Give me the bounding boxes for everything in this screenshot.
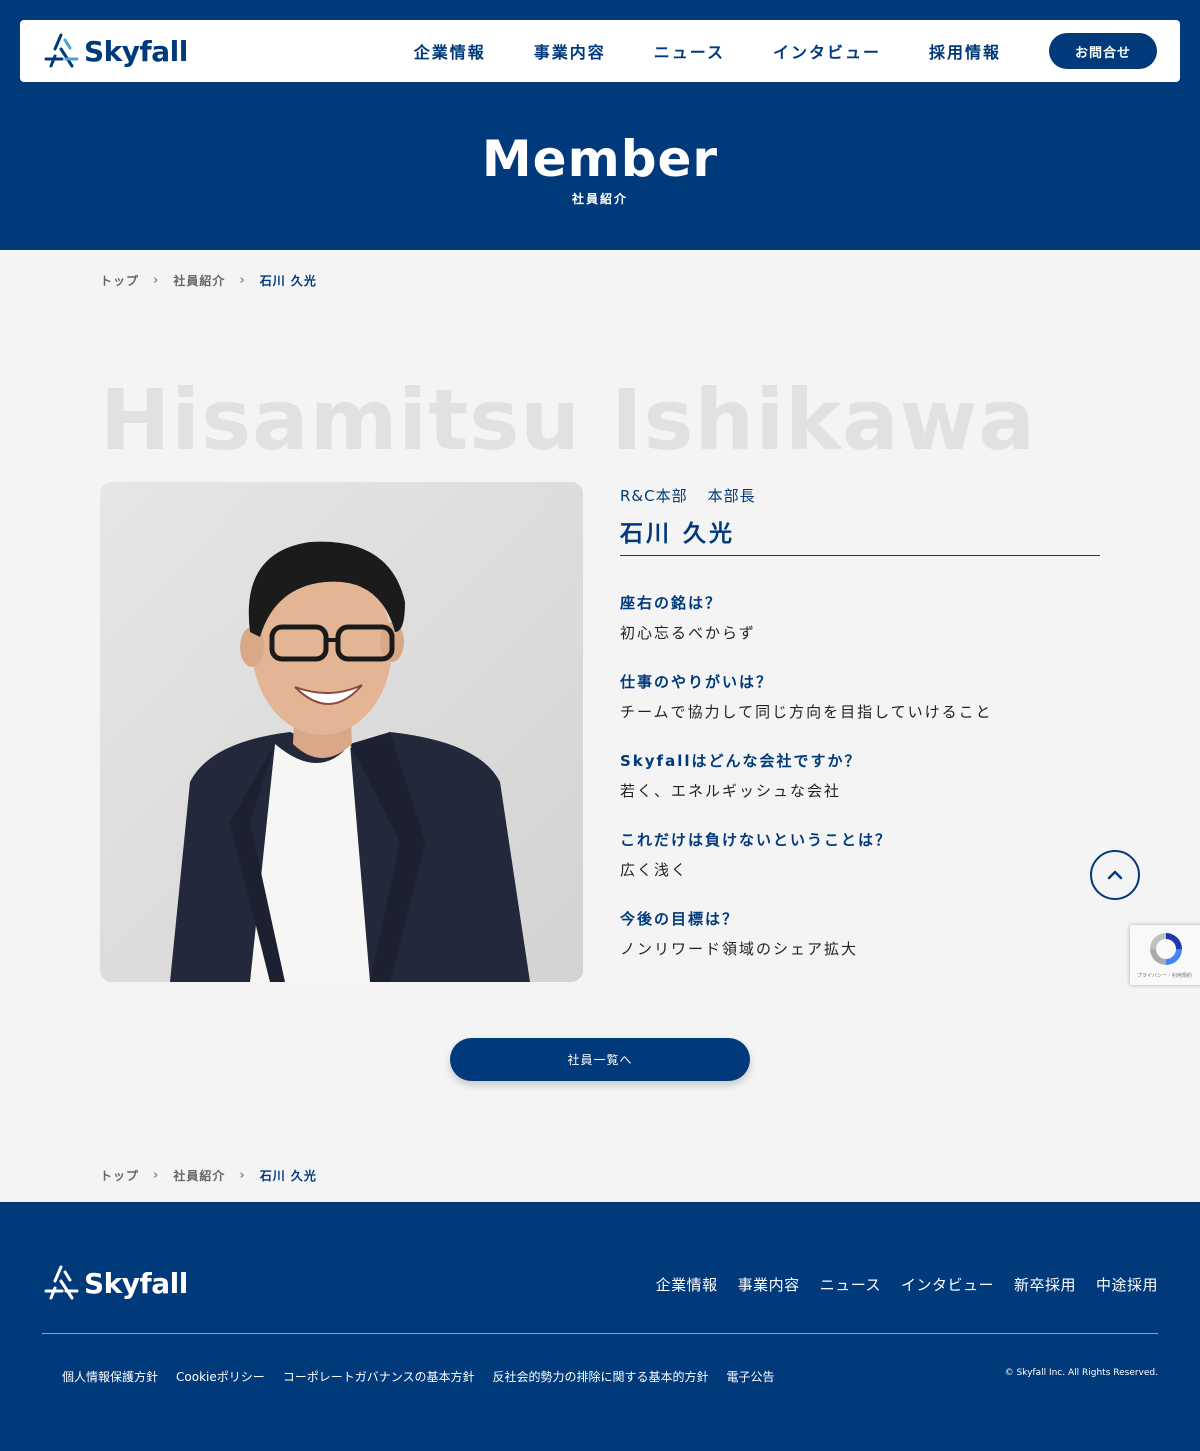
qa-question: これだけは負けないということは？ <box>620 831 893 849</box>
back-to-top-button[interactable] <box>1090 850 1140 900</box>
footer-nav-mid-career[interactable]: 中途採用 <box>1096 1274 1158 1295</box>
breadcrumb-top[interactable]: トップ <box>100 1167 139 1184</box>
nav-news[interactable]: ニュース <box>654 39 725 63</box>
footer-nav: 企業情報 事業内容 ニュース インタビュー 新卒採用 中途採用 <box>636 1274 1158 1295</box>
brand-logo[interactable]: Skyfall <box>42 32 188 70</box>
recaptcha-icon <box>1150 933 1182 965</box>
name-watermark: Hisamitsu Ishikawa <box>100 371 1036 469</box>
qa-item: これだけは負けないということは？ 広く浅く <box>620 829 1120 880</box>
site-header: Skyfall 企業情報 事業内容 ニュース インタビュー 採用情報 お問合せ <box>20 20 1180 82</box>
footer-nav-business[interactable]: 事業内容 <box>738 1274 800 1295</box>
footer-link-governance[interactable]: コーポレートガバナンスの基本方針 <box>283 1368 475 1385</box>
recaptcha-links[interactable]: プライバシー・利用規約 <box>1137 972 1192 979</box>
breadcrumb-members[interactable]: 社員紹介 <box>173 272 225 289</box>
breadcrumb-current: 石川 久光 <box>259 1169 317 1183</box>
copyright: © Skyfall Inc. All Rights Reserved. <box>1004 1368 1158 1378</box>
chevron-right-icon: › <box>239 1168 246 1183</box>
qa-question: 仕事のやりがいは？ <box>620 673 774 691</box>
footer-link-privacy[interactable]: 個人情報保護方針 <box>62 1368 158 1385</box>
breadcrumb-bottom: トップ › 社員紹介 › 石川 久光 <box>100 1167 317 1184</box>
footer-link-public-notice[interactable]: 電子公告 <box>727 1368 775 1385</box>
footer-nav-interview[interactable]: インタビュー <box>901 1274 994 1295</box>
qa-question: Skyfallはどんな会社ですか？ <box>620 752 862 770</box>
breadcrumb-top[interactable]: トップ <box>100 272 139 289</box>
nav-interview[interactable]: インタビュー <box>773 39 881 63</box>
member-photo <box>100 482 583 982</box>
member-role: 本部長 <box>707 487 756 505</box>
footer-nav-new-grad[interactable]: 新卒採用 <box>1014 1274 1076 1295</box>
qa-item: 今後の目標は？ ノンリワード領域のシェア拡大 <box>620 908 1120 959</box>
breadcrumb-members[interactable]: 社員紹介 <box>173 1167 225 1184</box>
brand-name: Skyfall <box>84 34 188 68</box>
contact-button[interactable]: お問合せ <box>1049 33 1157 69</box>
page-subtitle: 社員紹介 <box>571 192 628 206</box>
qa-item: 座右の銘は？ 初心忘るべからず <box>620 592 1120 643</box>
qa-question: 座右の銘は？ <box>620 594 723 612</box>
footer-divider <box>42 1333 1158 1334</box>
member-list-button[interactable]: 社員一覧へ <box>450 1038 750 1081</box>
skyfall-logo-icon <box>44 33 79 68</box>
footer-brand-name: Skyfall <box>84 1266 188 1300</box>
footer-nav-company[interactable]: 企業情報 <box>656 1274 718 1295</box>
page-title: Member <box>481 130 719 188</box>
site-footer: Skyfall 企業情報 事業内容 ニュース インタビュー 新卒採用 中途採用 … <box>0 1202 1200 1451</box>
qa-answer: 初心忘るべからず <box>620 624 756 642</box>
chevron-up-icon <box>1107 870 1123 880</box>
nav-recruit[interactable]: 採用情報 <box>929 39 1001 63</box>
chevron-right-icon: › <box>153 273 160 288</box>
chevron-right-icon: › <box>153 1168 160 1183</box>
member-department: R&C本部 <box>620 487 688 505</box>
main-nav: 企業情報 事業内容 ニュース インタビュー 採用情報 お問合せ <box>414 20 1180 82</box>
qa-question: 今後の目標は？ <box>620 910 740 928</box>
breadcrumb-current: 石川 久光 <box>259 274 317 288</box>
footer-logo[interactable]: Skyfall <box>42 1264 188 1302</box>
chevron-right-icon: › <box>239 273 246 288</box>
recaptcha-badge[interactable]: プライバシー・利用規約 <box>1130 925 1200 985</box>
qa-answer: 広く浅く <box>620 861 689 879</box>
footer-link-antisocial[interactable]: 反社会的勢力の排除に関する基本的方針 <box>493 1368 709 1385</box>
skyfall-logo-icon <box>44 1265 79 1300</box>
nav-company[interactable]: 企業情報 <box>414 39 486 63</box>
profile-divider <box>620 555 1100 556</box>
qa-answer: 若く、エネルギッシュな会社 <box>620 782 842 800</box>
portrait-illustration <box>100 482 583 982</box>
footer-link-cookie[interactable]: Cookieポリシー <box>176 1368 265 1385</box>
breadcrumb: トップ › 社員紹介 › 石川 久光 <box>100 272 317 289</box>
footer-nav-news[interactable]: ニュース <box>820 1274 881 1295</box>
qa-answer: チームで協力して同じ方向を目指していけること <box>620 703 993 721</box>
qa-item: 仕事のやりがいは？ チームで協力して同じ方向を目指していけること <box>620 671 1120 722</box>
nav-business[interactable]: 事業内容 <box>534 39 606 63</box>
member-name: 石川 久光 <box>620 521 736 547</box>
member-position: R&C本部 本部長 <box>620 485 756 506</box>
footer-policy-links: 個人情報保護方針 Cookieポリシー コーポレートガバナンスの基本方針 反社会… <box>62 1368 793 1385</box>
qa-item: Skyfallはどんな会社ですか？ 若く、エネルギッシュな会社 <box>620 750 1120 801</box>
qa-answer: ノンリワード領域のシェア拡大 <box>620 940 859 958</box>
